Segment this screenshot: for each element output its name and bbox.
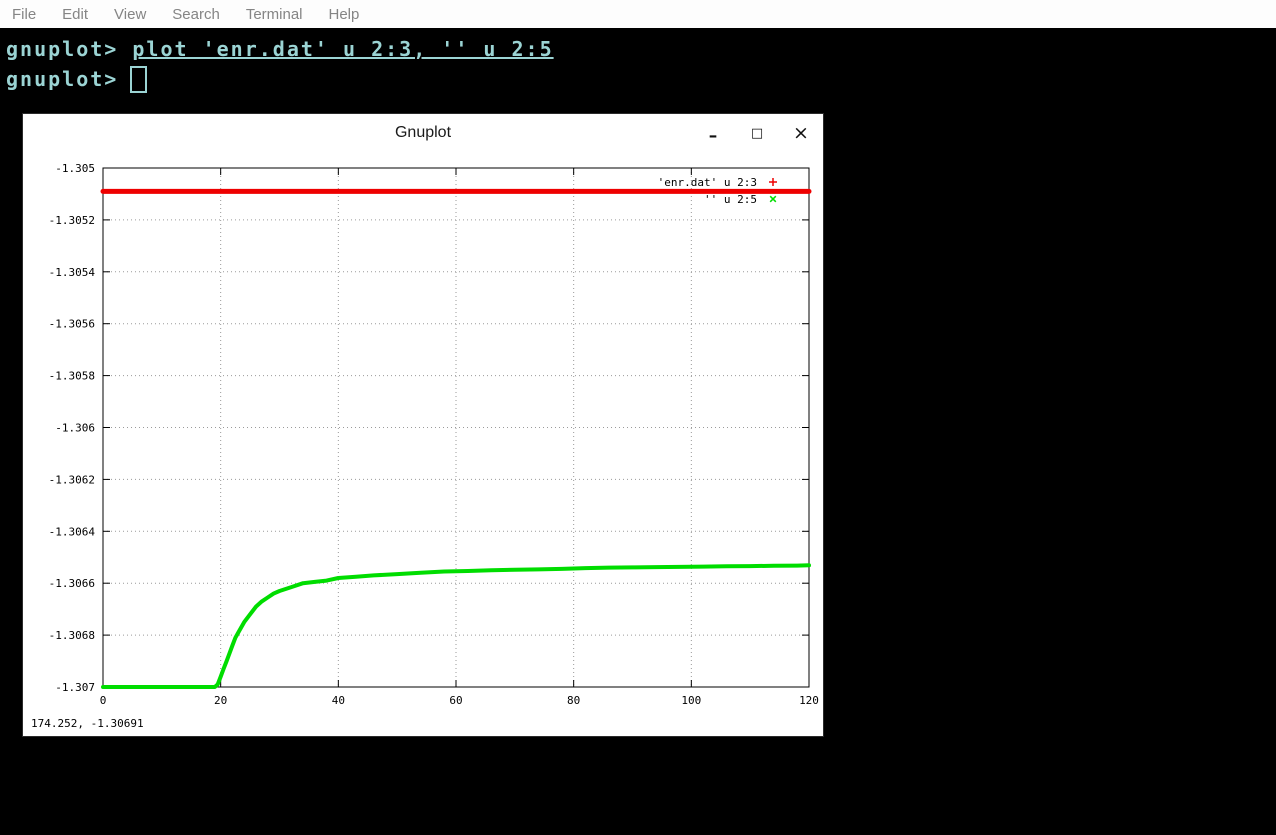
menu-item-file[interactable]: File bbox=[12, 6, 36, 23]
terminal-cursor[interactable] bbox=[130, 65, 148, 93]
svg-text:80: 80 bbox=[567, 694, 580, 707]
close-icon[interactable]: × bbox=[793, 122, 809, 144]
svg-text:-1.3052: -1.3052 bbox=[49, 214, 95, 227]
svg-text:-1.307: -1.307 bbox=[55, 681, 95, 694]
menu-item-view[interactable]: View bbox=[114, 6, 146, 23]
gnuplot-window: Gnuplot – □ × 0 20 40 60 80 100 120 -1.305 -1.30… bbox=[22, 113, 824, 737]
svg-text:'enr.dat' u 2:3: 'enr.dat' u 2:3 bbox=[658, 176, 757, 189]
svg-text:100: 100 bbox=[681, 694, 701, 707]
svg-text:-1.3066: -1.3066 bbox=[49, 577, 95, 590]
menu-item-edit[interactable]: Edit bbox=[62, 6, 88, 23]
gnuplot-chart[interactable]: 0 20 40 60 80 100 120 -1.305 -1.3052 -1.3054 -1.30… bbox=[23, 152, 823, 736]
gnuplot-command: plot 'enr.dat' u 2:3, '' u 2:5 bbox=[132, 37, 554, 61]
svg-text:-1.3062: -1.3062 bbox=[49, 473, 95, 486]
gnuplot-prompt: gnuplot> bbox=[6, 67, 119, 91]
gnuplot-canvas[interactable]: 0 20 40 60 80 100 120 -1.305 -1.3052 -1.3054 -1.30… bbox=[23, 152, 823, 736]
menu-item-terminal[interactable]: Terminal bbox=[246, 6, 303, 23]
menu-bar: File Edit View Search Terminal Help bbox=[0, 0, 1276, 28]
minimize-icon[interactable]: – bbox=[705, 126, 721, 146]
window-title: Gnuplot bbox=[394, 124, 452, 141]
svg-text:-1.3058: -1.3058 bbox=[49, 370, 95, 383]
mouse-coordinate-readout: 174.252, -1.30691 bbox=[31, 717, 144, 730]
svg-text:40: 40 bbox=[332, 694, 345, 707]
svg-text:60: 60 bbox=[449, 694, 462, 707]
menu-item-help[interactable]: Help bbox=[329, 6, 360, 23]
terminal-line-history: gnuplot> plot 'enr.dat' u 2:3, '' u 2:5 bbox=[6, 34, 1276, 64]
window-controls: – □ × bbox=[705, 114, 809, 152]
gnuplot-prompt: gnuplot> bbox=[6, 37, 119, 61]
svg-text:-1.3064: -1.3064 bbox=[49, 525, 96, 538]
menu-item-search[interactable]: Search bbox=[172, 6, 220, 23]
svg-text:0: 0 bbox=[100, 694, 107, 707]
svg-text:-1.305: -1.305 bbox=[55, 162, 95, 175]
svg-text:-1.3054: -1.3054 bbox=[49, 266, 96, 279]
terminal-input-line[interactable]: gnuplot> bbox=[6, 64, 1276, 94]
svg-text:'' u 2:5: '' u 2:5 bbox=[704, 193, 757, 206]
svg-text:-1.3056: -1.3056 bbox=[49, 318, 95, 331]
svg-text:120: 120 bbox=[799, 694, 819, 707]
gnuplot-titlebar[interactable]: Gnuplot – □ × bbox=[23, 114, 823, 153]
maximize-icon[interactable]: □ bbox=[749, 126, 765, 141]
terminal[interactable]: gnuplot> plot 'enr.dat' u 2:3, '' u 2:5 … bbox=[0, 28, 1276, 94]
svg-text:-1.306: -1.306 bbox=[55, 422, 95, 435]
svg-text:-1.3068: -1.3068 bbox=[49, 629, 95, 642]
svg-text:20: 20 bbox=[214, 694, 227, 707]
